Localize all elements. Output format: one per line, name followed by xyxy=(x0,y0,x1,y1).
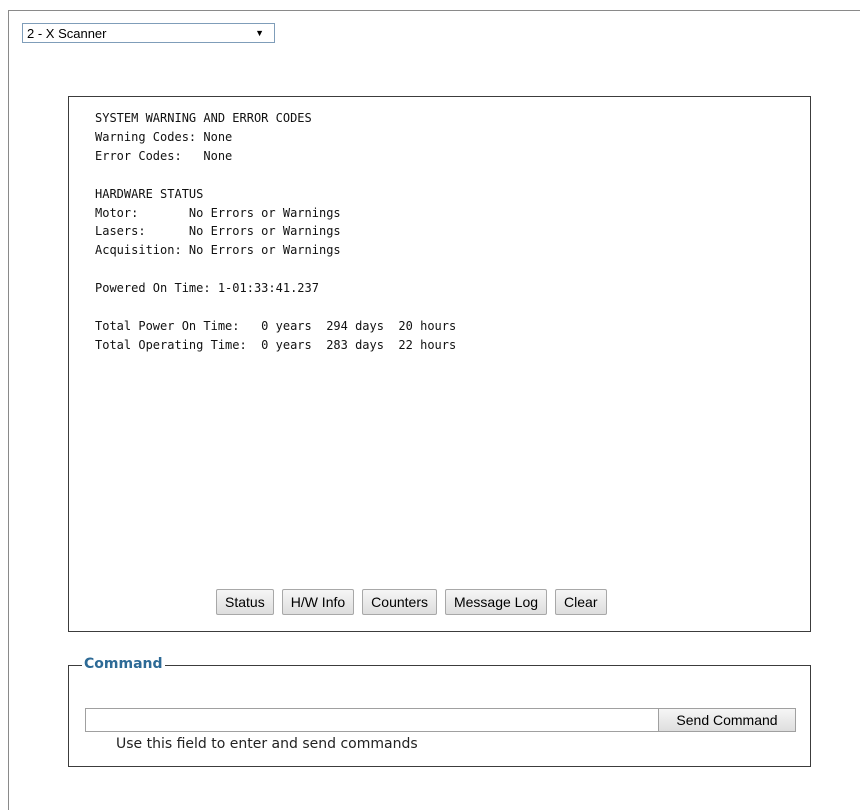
send-command-button[interactable]: Send Command xyxy=(658,708,796,732)
hw-info-button[interactable]: H/W Info xyxy=(281,589,355,615)
command-input[interactable] xyxy=(85,708,659,732)
command-fieldset: Command Send Command Use this field to e… xyxy=(68,656,811,767)
clear-button[interactable]: Clear xyxy=(555,589,607,615)
status-output-panel: SYSTEM WARNING AND ERROR CODES Warning C… xyxy=(68,96,811,632)
device-select[interactable]: 2 - X Scanner ▼ xyxy=(22,23,275,43)
output-button-row: Status H/W Info Counters Message Log Cle… xyxy=(216,589,607,615)
message-log-button[interactable]: Message Log xyxy=(444,589,548,615)
device-select-value: 2 - X Scanner xyxy=(27,25,107,41)
command-legend: Command xyxy=(82,656,165,672)
status-button[interactable]: Status xyxy=(216,589,274,615)
command-hint: Use this field to enter and send command… xyxy=(116,736,418,752)
chevron-down-icon: ▼ xyxy=(255,28,264,38)
status-output-text: SYSTEM WARNING AND ERROR CODES Warning C… xyxy=(95,111,457,352)
counters-button[interactable]: Counters xyxy=(362,589,437,615)
